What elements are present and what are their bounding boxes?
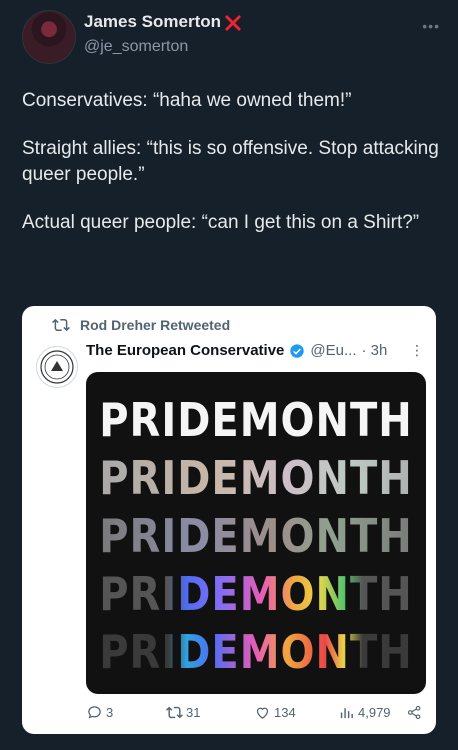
tweet-text: Conservatives: “haha we owned them!” Str…: [22, 88, 442, 258]
author-name-row: James Somerton: [84, 12, 243, 32]
image-text-row-3: PRIDEMONTH: [99, 510, 413, 564]
views-button[interactable]: 4,979: [338, 704, 391, 721]
image-text-row-1: PRIDEMONTH: [99, 394, 413, 448]
retweet-icon: [166, 706, 183, 719]
views-count: 4,979: [358, 705, 391, 720]
retweeted-by-label[interactable]: Rod Dreher Retweeted: [80, 317, 230, 333]
tweet-paragraph: Straight allies: “this is so offensive. …: [22, 138, 439, 185]
image-text-row-2: PRIDEMONTH: [99, 452, 413, 506]
tweet-header: James Somerton @je_somerton •••: [22, 10, 446, 64]
seal-icon: [40, 350, 74, 384]
quoted-author-row: The European Conservative @Eu... · 3h: [86, 342, 387, 359]
heart-icon: [256, 707, 269, 719]
share-icon: [407, 705, 421, 720]
tweet-paragraph: Conservatives: “haha we owned them!”: [22, 90, 352, 111]
retweet-icon: [52, 318, 70, 332]
pridemonth-image[interactable]: PRIDEMONTH PRIDEMONTH PRIDEMONTH PRIDEMO…: [86, 372, 426, 694]
image-text-row-5: PRIDEMONTH: [99, 626, 413, 680]
more-horizontal-icon[interactable]: •••: [422, 18, 440, 34]
publication-logo-avatar[interactable]: [36, 346, 78, 388]
tweet-paragraph: Actual queer people: “can I get this on …: [22, 212, 420, 233]
quoted-tweet-time[interactable]: · 3h: [361, 342, 387, 359]
share-button[interactable]: [406, 704, 423, 721]
reply-button[interactable]: 3: [86, 704, 113, 721]
red-x-icon: [225, 15, 241, 31]
author-avatar[interactable]: [22, 10, 76, 64]
quoted-author-name[interactable]: The European Conservative: [86, 342, 284, 359]
quoted-tweet-card[interactable]: Rod Dreher Retweeted The European Conser…: [22, 306, 436, 734]
verified-badge-icon: [290, 343, 305, 358]
image-text-row-4: PRIDEMONTH: [99, 568, 413, 622]
like-count: 134: [274, 705, 296, 720]
retweeted-by-row: Rod Dreher Retweeted: [52, 316, 230, 334]
quoted-tweet-actions: 3 31 134 4,979: [86, 704, 426, 724]
author-handle[interactable]: @je_somerton: [84, 38, 188, 56]
views-chart-icon: [340, 708, 353, 719]
like-button[interactable]: 134: [254, 704, 296, 721]
quoted-author-handle[interactable]: @Eu...: [310, 342, 356, 359]
more-vertical-icon[interactable]: ⋮: [410, 342, 424, 359]
reply-icon: [88, 706, 101, 719]
retweet-count: 31: [186, 705, 201, 720]
reply-count: 3: [106, 705, 114, 720]
author-display-name[interactable]: James Somerton: [84, 12, 221, 32]
retweet-button[interactable]: 31: [166, 704, 200, 721]
